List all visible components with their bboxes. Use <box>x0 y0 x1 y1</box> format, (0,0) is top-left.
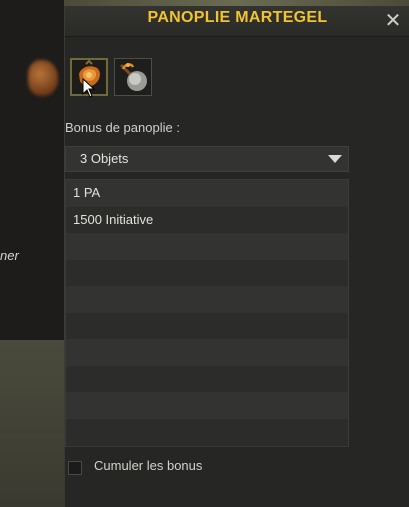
chevron-down-icon <box>328 155 342 163</box>
set-item-slot-2[interactable] <box>114 58 152 96</box>
list-item <box>66 365 348 392</box>
list-item <box>66 418 348 445</box>
list-item <box>66 339 348 366</box>
list-item: 1 PA <box>66 180 348 207</box>
window-title: PANOPLIE MARTEGEL <box>147 9 328 26</box>
background-side-text: ner <box>0 248 19 263</box>
background-item-icon <box>28 60 58 96</box>
dropdown-selected-value: 3 Objets <box>80 151 129 166</box>
background-ground <box>0 340 64 507</box>
set-window: PANOPLIE MARTEGEL ✕ Bonus de panoplie : … <box>64 6 409 507</box>
cumulate-bonus-checkbox[interactable] <box>68 461 82 475</box>
list-item <box>66 312 348 339</box>
list-item <box>66 392 348 419</box>
list-item <box>66 259 348 286</box>
list-item <box>66 286 348 313</box>
window-titlebar: PANOPLIE MARTEGEL ✕ <box>65 6 409 37</box>
background-panel: ner <box>0 0 65 340</box>
hammer-icon <box>115 59 151 95</box>
cumulate-bonus-label[interactable]: Cumuler les bonus <box>94 458 202 473</box>
close-icon[interactable]: ✕ <box>383 8 403 32</box>
object-count-dropdown[interactable]: 3 Objets <box>65 146 349 172</box>
bonus-label: Bonus de panoplie : <box>65 120 180 135</box>
bonus-list: 1 PA 1500 Initiative <box>65 179 349 447</box>
mouse-cursor-icon <box>82 78 96 98</box>
list-item: 1500 Initiative <box>66 206 348 233</box>
list-item <box>66 233 348 260</box>
